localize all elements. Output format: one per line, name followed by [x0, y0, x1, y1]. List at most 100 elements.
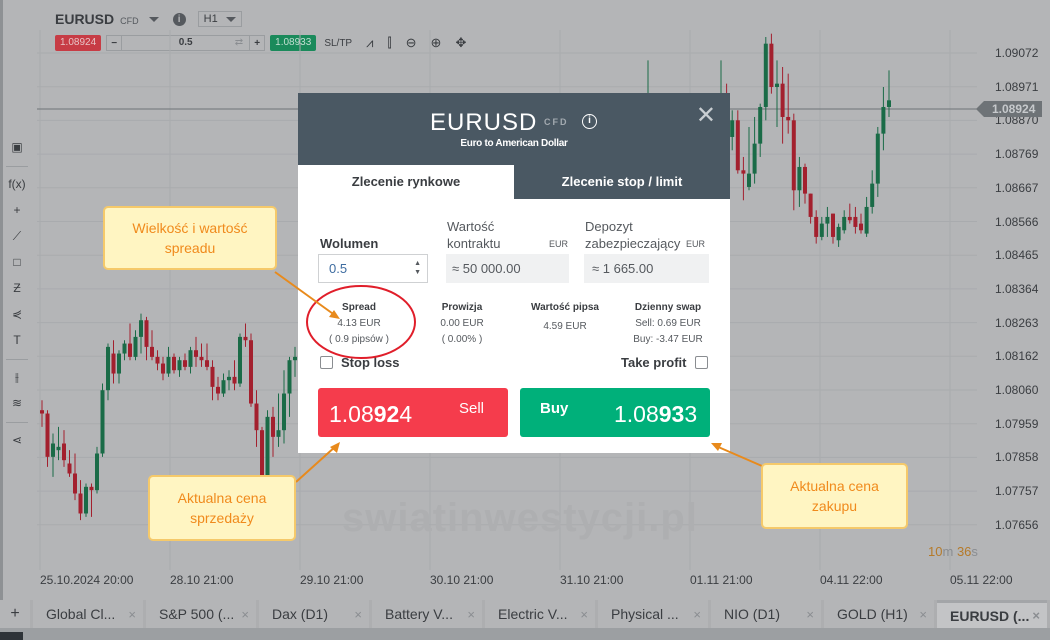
candle-bearish — [847, 216, 852, 221]
chart-tab[interactable]: NIO (D1) × — [711, 600, 821, 628]
close-tab-icon[interactable]: × — [1032, 608, 1040, 623]
candle-bullish — [133, 336, 138, 357]
share-icon[interactable]: ⋖ — [4, 431, 30, 457]
symbol-type: CFD — [120, 15, 139, 26]
countdown-minutes-unit: m — [942, 544, 954, 559]
chart-tab-label: EURUSD (... — [950, 607, 1030, 624]
spread-value: 4.13 EUR — [337, 318, 381, 329]
dialog-subtitle: Euro to American Dollar — [460, 138, 568, 149]
info-icon[interactable]: i — [172, 12, 186, 26]
indicators-icon[interactable]: f(x) — [4, 175, 30, 201]
pip-value: 4.59 EUR — [543, 321, 587, 332]
buy-button[interactable]: Buy 1.08933 — [520, 388, 710, 437]
bottom-strip — [0, 628, 1050, 640]
timeframe-select[interactable]: H1 — [197, 11, 242, 27]
close-tab-icon[interactable]: × — [806, 607, 814, 622]
price-axis-label: 1.08162 — [995, 349, 1039, 364]
order-dialog: EURUSD CFD i Euro to American Dollar ✕ Z… — [298, 93, 730, 453]
chart-tab[interactable]: EURUSD (... × — [937, 600, 1047, 628]
chart-type-icon[interactable]: ▣ — [4, 138, 30, 164]
close-tab-icon[interactable]: × — [241, 607, 249, 622]
countdown-seconds-unit: s — [971, 544, 978, 559]
trendline-icon[interactable]: ⟋ — [4, 227, 30, 253]
close-tab-icon[interactable]: × — [693, 607, 701, 622]
candle-bullish — [825, 216, 830, 224]
spread-pips: ( 0.9 pipsów ) — [328, 334, 390, 345]
info-icon[interactable]: i — [582, 114, 597, 129]
chart-tab[interactable]: Global Cl... × — [33, 600, 143, 628]
candle-countdown: 10m 36s — [928, 544, 978, 559]
close-tab-icon[interactable]: × — [128, 607, 136, 622]
contract-value-field: ≈ 50 000.00 — [446, 254, 569, 283]
pip-value-info: Wartość pipsa 4.59 EUR — [515, 300, 615, 335]
volume-spinner[interactable]: ▲ ▼ — [414, 259, 421, 277]
candle-bearish — [249, 340, 253, 404]
volume-value: 0.5 — [329, 261, 348, 276]
add-tab-button[interactable]: + — [0, 600, 30, 628]
candle-bearish — [786, 116, 791, 121]
candle-bullish — [56, 446, 61, 451]
close-tab-icon[interactable]: × — [580, 607, 588, 622]
close-tab-icon[interactable]: × — [467, 607, 475, 622]
margin-field: ≈ 1 665.00 — [584, 254, 709, 283]
volume-label: Wolumen — [320, 236, 379, 251]
take-profit-checkbox[interactable] — [694, 356, 708, 369]
candle-bullish — [122, 343, 127, 354]
swap-info: Dzienny swap Sell: 0.69 EUR Buy: -3.47 E… — [618, 300, 718, 348]
close-icon[interactable]: ✕ — [696, 101, 716, 130]
candle-bearish — [271, 416, 275, 437]
candle-bullish — [166, 356, 171, 374]
buy-annotation-line2: zakupu — [811, 498, 858, 514]
tab-market-order[interactable]: Zlecenie rynkowe — [298, 165, 514, 199]
symbol-dropdown-icon[interactable] — [148, 16, 159, 22]
crosshair-icon[interactable]: + — [4, 201, 30, 227]
chart-tab[interactable]: Physical ... × — [598, 600, 708, 628]
commission-percent: ( 0.00% ) — [441, 334, 483, 345]
margin-currency: EUR — [686, 239, 706, 249]
spread-info: Spread 4.13 EUR ( 0.9 pipsów ) — [309, 300, 409, 348]
close-tab-icon[interactable]: × — [919, 607, 927, 622]
rectangle-icon[interactable]: □ — [4, 253, 30, 279]
layers-icon[interactable]: ≋ — [4, 394, 30, 420]
sell-button[interactable]: 1.08924 Sell — [318, 388, 508, 437]
candle-bearish — [769, 43, 774, 87]
candle-bullish — [227, 376, 231, 381]
close-tab-icon[interactable]: × — [354, 607, 362, 622]
contract-value-label-line2: kontraktu — [447, 236, 501, 251]
candle-bullish — [287, 360, 292, 394]
price-axis-label: 1.08667 — [995, 180, 1039, 195]
spin-up-icon[interactable]: ▲ — [414, 259, 421, 268]
stop-loss-toggle[interactable]: Stop loss — [320, 355, 400, 370]
candle-bearish — [853, 216, 858, 227]
margin-label-line1: Depozyt — [585, 219, 633, 234]
stop-loss-checkbox[interactable] — [320, 356, 333, 369]
candle-bullish — [51, 443, 55, 457]
symbol-name[interactable]: EURUSD — [55, 11, 114, 27]
chart-tab[interactable]: Electric V... × — [485, 600, 595, 628]
candle-bearish — [183, 360, 187, 367]
chart-tab[interactable]: Battery V... × — [372, 600, 482, 628]
candle-bearish — [741, 170, 746, 174]
swap-buy: Buy: -3.47 EUR — [633, 334, 703, 345]
tab-stop-limit-order[interactable]: Zlecenie stop / limit — [514, 165, 730, 199]
countdown-minutes: 10 — [928, 544, 943, 559]
volume-input[interactable]: 0.5 ▲ ▼ — [318, 254, 428, 283]
candle-bullish — [177, 360, 182, 371]
candle-bearish — [194, 350, 198, 357]
chart-tab[interactable]: GOLD (H1) × — [824, 600, 934, 628]
dialog-instrument-type: CFD — [544, 117, 569, 127]
chart-tab[interactable]: S&P 500 (... × — [146, 600, 256, 628]
spin-down-icon[interactable]: ▼ — [414, 268, 421, 277]
chart-tab[interactable]: Dax (D1) × — [259, 600, 369, 628]
take-profit-toggle[interactable]: Take profit — [621, 355, 708, 370]
price-axis-label: 1.09072 — [995, 46, 1039, 60]
dialog-header: EURUSD CFD i Euro to American Dollar ✕ — [298, 93, 730, 165]
text-icon[interactable]: T — [4, 331, 30, 357]
chart-tab-label: NIO (D1) — [724, 606, 780, 622]
compare-icon[interactable]: ⫲ — [4, 368, 30, 394]
candle-bearish — [45, 413, 50, 457]
time-axis-label: 04.11 22:00 — [820, 573, 883, 587]
candle-bearish — [791, 120, 796, 191]
pitchfork-icon[interactable]: ⋞ — [4, 305, 30, 331]
fibonacci-icon[interactable]: Ƶ — [4, 279, 30, 305]
